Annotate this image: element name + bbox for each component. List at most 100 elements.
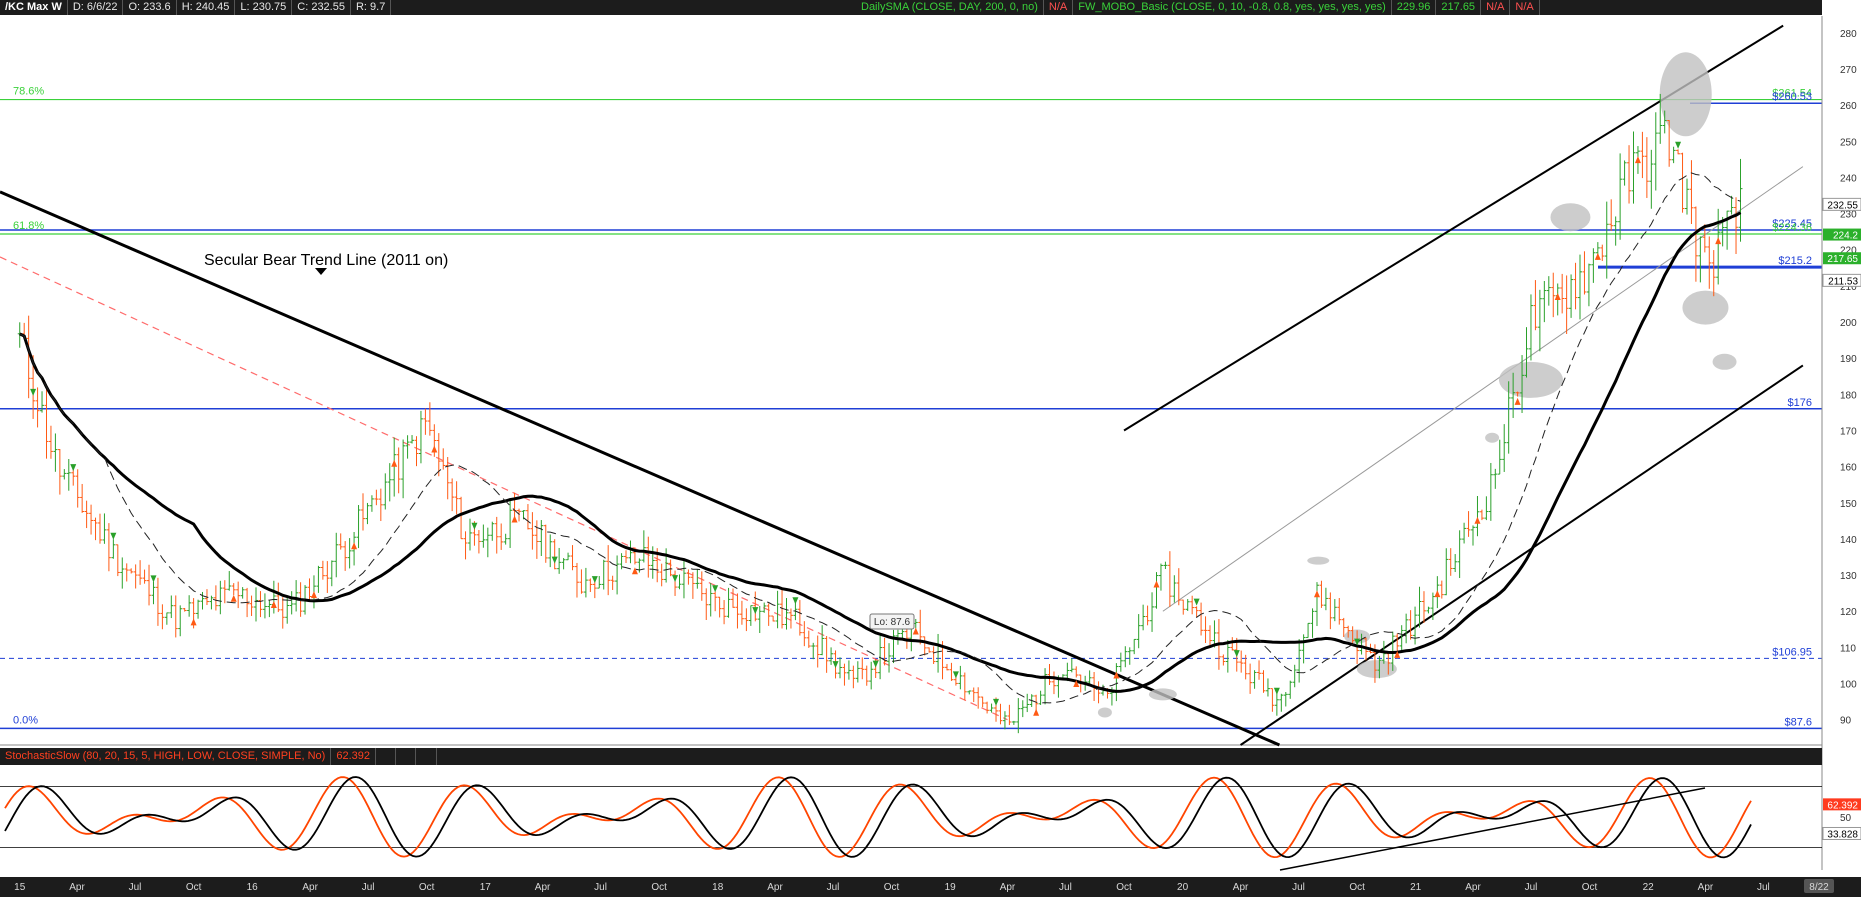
- stochastic-value: 62.392: [331, 748, 376, 765]
- price-tick-label: 280: [1840, 29, 1857, 40]
- highlight-ellipse: [1148, 688, 1177, 701]
- time-tick-label: Apr: [1465, 882, 1481, 893]
- stoch-trend-line: [1279, 787, 1706, 871]
- price-tick-label: 120: [1840, 607, 1857, 618]
- time-tick-label: 16: [247, 882, 259, 893]
- stochastic-slot-3: [416, 748, 437, 765]
- fib-label: 78.6%: [13, 86, 44, 98]
- fib-label: 0.0%: [13, 714, 38, 726]
- time-tick-label: Oct: [1582, 882, 1598, 893]
- time-tick-label: Apr: [302, 882, 318, 893]
- price-tick-label: 110: [1840, 643, 1856, 654]
- fib-label: 61.8%: [13, 220, 44, 232]
- price-tick-label: 170: [1840, 426, 1857, 437]
- study-header: DailySMA (CLOSE, DAY, 200, 0, no) N/A FW_M…: [856, 0, 1822, 15]
- highlight-ellipse: [1550, 203, 1591, 232]
- annotation-bear-trend: Secular Bear Trend Line (2011 on): [204, 252, 448, 269]
- stochastic-pane: 50 62.392 33.828: [0, 776, 1861, 871]
- time-tick-label: Apr: [1000, 882, 1016, 893]
- price-tick-label: 250: [1840, 137, 1857, 148]
- time-tick-label: Apr: [1698, 882, 1714, 893]
- time-tick-label: 15: [14, 882, 26, 893]
- time-tick-label: Apr: [535, 882, 551, 893]
- time-tick-label: Jul: [129, 882, 142, 893]
- stoch-tick-label: 50: [1840, 813, 1852, 824]
- time-tick-label: Jul: [1757, 882, 1770, 893]
- price-level-label: $176: [1788, 397, 1812, 409]
- price-tick-label: 130: [1840, 571, 1857, 582]
- stoch-marker-label: 33.828: [1827, 829, 1858, 840]
- price-tick-label: 190: [1840, 354, 1857, 365]
- price-tick-label: 140: [1840, 535, 1857, 546]
- time-tick-label: Oct: [1116, 882, 1132, 893]
- time-tick-label: 20: [1177, 882, 1189, 893]
- time-tick-label: Oct: [884, 882, 900, 893]
- price-marker-label: 224.2: [1833, 231, 1858, 242]
- study2-label[interactable]: FW_MOBO_Basic (CLOSE, 0, 10, -0.8, 0.8, …: [1073, 0, 1392, 15]
- study2-value-3: N/A: [1481, 0, 1511, 15]
- stochastic-study-label[interactable]: StochasticSlow (80, 20, 15, 5, HIGH, LOW…: [0, 748, 332, 765]
- highlight-ellipse: [1712, 353, 1737, 370]
- price-level-label: $106.95: [1772, 646, 1812, 658]
- price-tick-label: 150: [1840, 499, 1857, 510]
- price-level-label: $224.36: [1772, 222, 1812, 234]
- price-tick-label: 100: [1840, 680, 1857, 691]
- price-tick-label: 270: [1840, 65, 1857, 76]
- time-tick-label: Oct: [1349, 882, 1365, 893]
- study1-value: N/A: [1044, 0, 1074, 15]
- time-tick-label: 8/22: [1809, 882, 1829, 893]
- expand-icon[interactable]: ⤢: [1827, 0, 1847, 15]
- price-axis: 9010011012013014015016017018019020021022…: [1821, 16, 1861, 870]
- study2-value-1: 229.96: [1392, 0, 1437, 15]
- highlight-ellipse: [1097, 707, 1112, 718]
- highlight-ellipse: [1485, 432, 1500, 443]
- time-tick-label: Jul: [1059, 882, 1072, 893]
- price-tick-label: 240: [1840, 173, 1857, 184]
- price-tick-label: 180: [1840, 390, 1857, 401]
- time-axis: 15 Apr Jul Oct 16 Apr Jul Oct 17 Apr Jul Oct 18 Apr Ju…: [0, 877, 1861, 897]
- stoch-marker-label: 62.392: [1827, 800, 1858, 811]
- price-tick-label: 200: [1840, 318, 1857, 329]
- time-tick-label: Apr: [1233, 882, 1249, 893]
- time-tick-label: Jul: [827, 882, 840, 893]
- time-tick-label: Apr: [69, 882, 85, 893]
- time-tick-label: Oct: [651, 882, 667, 893]
- study2-value-4: N/A: [1510, 0, 1540, 15]
- time-tick-label: Jul: [594, 882, 607, 893]
- price-marker-label: 211.53: [1828, 276, 1858, 287]
- price-marker-label: 217.65: [1827, 254, 1858, 265]
- study2-value-2: 217.65: [1436, 0, 1482, 15]
- stochastic-slot-1: [376, 748, 397, 765]
- study1-label[interactable]: DailySMA (CLOSE, DAY, 200, 0, no): [856, 0, 1044, 15]
- time-tick-label: 22: [1643, 882, 1655, 893]
- symbol-label[interactable]: /KC Max W: [0, 0, 68, 15]
- time-tick-label: Oct: [419, 882, 435, 893]
- time-tick-label: Oct: [186, 882, 202, 893]
- stochastic-slot-2: [396, 748, 417, 765]
- time-tick-label: 18: [712, 882, 724, 893]
- highlight-ellipse: [1307, 556, 1330, 565]
- low-callout-label: Lo: 87.6: [874, 617, 911, 628]
- date-label: D: 6/6/22: [68, 0, 124, 15]
- time-tick-label: Jul: [1292, 882, 1305, 893]
- price-level-label: $215.2: [1778, 255, 1812, 267]
- time-tick-label: 17: [480, 882, 492, 893]
- close-label: C: 232.55: [292, 0, 351, 15]
- low-label: L: 230.75: [235, 0, 293, 15]
- highlight-ellipse: [1659, 52, 1712, 137]
- price-tick-label: 90: [1840, 716, 1852, 727]
- stochastic-header: StochasticSlow (80, 20, 15, 5, HIGH, LOW…: [0, 748, 1822, 765]
- range-label: R: 9.7: [351, 0, 392, 15]
- time-tick-label: Jul: [362, 882, 375, 893]
- time-tick-label: Jul: [1525, 882, 1538, 893]
- price-tick-label: 160: [1840, 463, 1857, 474]
- highlight-ellipse: [1682, 290, 1729, 325]
- price-level-label: $260.53: [1772, 91, 1812, 103]
- price-level-label: $87.6: [1784, 716, 1812, 728]
- price-tick-label: 260: [1840, 101, 1857, 112]
- price-marker-label: 232.55: [1827, 200, 1858, 211]
- main-header: /KC Max W D: 6/6/22 O: 233.6 H: 240.45 L: 23…: [0, 0, 870, 15]
- time-tick-label: 19: [945, 882, 957, 893]
- stoch-k-line: [4, 776, 1752, 859]
- open-label: O: 233.6: [123, 0, 177, 15]
